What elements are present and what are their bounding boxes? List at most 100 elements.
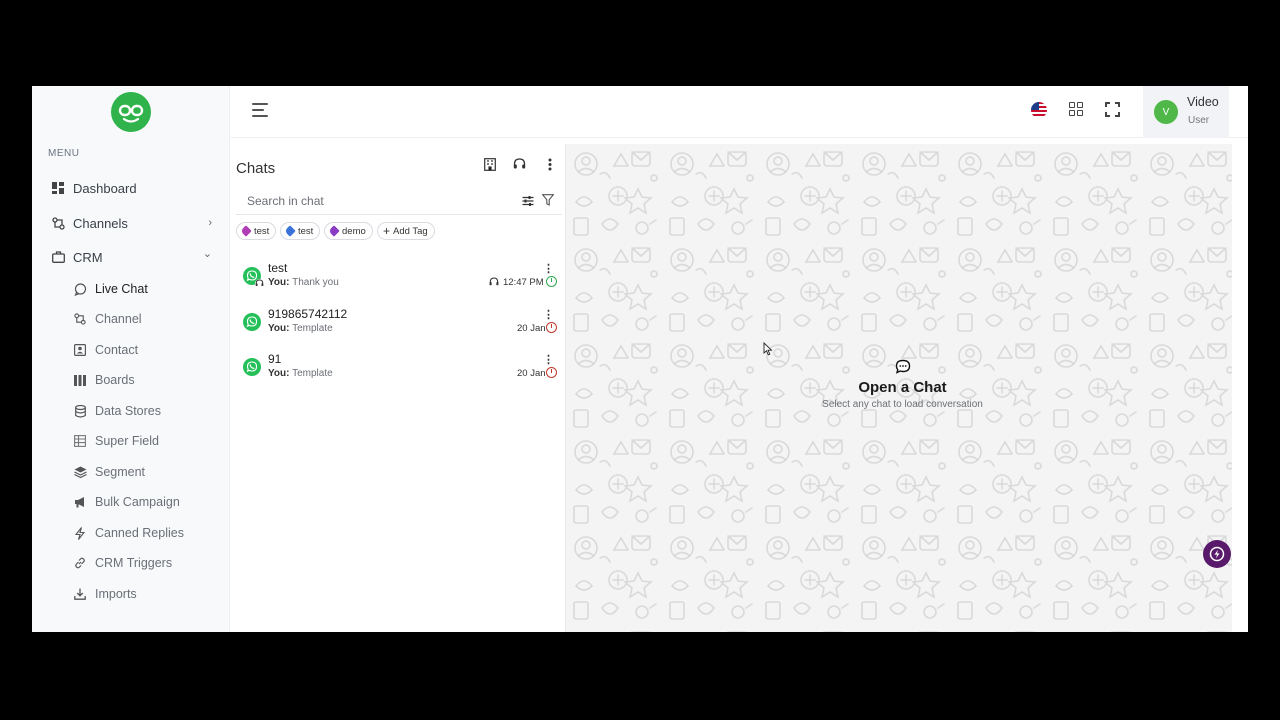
- menu-toggle-icon[interactable]: [252, 103, 270, 117]
- timer-icon: [546, 276, 557, 287]
- link-icon: [73, 556, 87, 570]
- tag-icon: [240, 225, 252, 237]
- preview-sender: You:: [268, 368, 290, 379]
- chat-preview: You: Template: [268, 368, 333, 379]
- chat-more-icon[interactable]: ⋮: [543, 354, 554, 366]
- chat-contact-name: test: [268, 261, 288, 275]
- mouse-cursor-icon: [763, 342, 773, 356]
- sidebar-item-label: Dashboard: [73, 180, 137, 196]
- quick-action-button[interactable]: [1203, 540, 1231, 568]
- chat-area: Open a Chat Select any chat to load conv…: [565, 144, 1232, 632]
- whatsapp-icon: [243, 358, 261, 376]
- whatsapp-icon: [243, 313, 261, 331]
- sidebar-item-label: Canned Replies: [95, 526, 184, 540]
- headset-icon: [489, 277, 499, 289]
- search-input[interactable]: [236, 187, 506, 215]
- empty-state-title: Open a Chat: [858, 379, 947, 396]
- brand-logo[interactable]: [111, 92, 151, 132]
- chevron-down-icon: ⌄: [202, 248, 212, 260]
- megaphone-icon: [73, 495, 87, 509]
- add-tag-button[interactable]: + Add Tag: [377, 222, 435, 240]
- user-name: Video: [1187, 95, 1219, 109]
- chats-title: Chats: [236, 160, 276, 177]
- briefcase-icon: [51, 250, 65, 264]
- chat-more-icon[interactable]: ⋮: [543, 263, 554, 275]
- sidebar-item-label: Contact: [95, 343, 139, 357]
- tag-chip-demo[interactable]: demo: [324, 222, 373, 240]
- sidebar-item-contact[interactable]: Contact: [32, 337, 230, 363]
- sidebar-item-label: CRM Triggers: [95, 556, 173, 570]
- sidebar-item-segment[interactable]: Segment: [32, 459, 230, 485]
- preview-sender: You:: [268, 323, 290, 334]
- preview-text: Thank you: [292, 277, 339, 288]
- sidebar-item-label: Boards: [95, 373, 135, 387]
- sidebar-item-label: Segment: [95, 465, 146, 479]
- us-flag-icon[interactable]: [1031, 102, 1047, 118]
- preview-sender: You:: [268, 277, 290, 288]
- chat-bubble-icon: [73, 282, 87, 296]
- sidebar-item-crm-triggers[interactable]: CRM Triggers: [32, 550, 230, 576]
- lightning-icon: [73, 526, 87, 540]
- headset-icon[interactable]: [511, 156, 527, 172]
- chat-timestamp: 20 Jan: [517, 323, 546, 334]
- contact-card-icon: [73, 343, 87, 357]
- chat-more-icon[interactable]: ⋮: [543, 309, 554, 321]
- timer-icon: [546, 322, 557, 333]
- menu-section-label: MENU: [48, 148, 80, 159]
- sidebar-item-bulk-campaign[interactable]: Bulk Campaign: [32, 489, 230, 515]
- building-icon[interactable]: [482, 156, 498, 172]
- sidebar-item-label: Channel: [95, 312, 142, 326]
- preview-text: Template: [292, 323, 333, 334]
- chat-list-item[interactable]: 919865742112 You: Template ⋮ 20 Jan: [230, 307, 565, 351]
- chat-list-item[interactable]: test You: Thank you ⋮ 12:47 PM: [230, 261, 565, 305]
- chat-bubble-icon: [895, 359, 910, 374]
- dashboard-icon: [51, 181, 65, 195]
- chat-list-item[interactable]: 91 You: Template ⋮ 20 Jan: [230, 352, 565, 396]
- sidebar-item-boards[interactable]: Boards: [32, 367, 230, 393]
- import-icon: [73, 587, 87, 601]
- sidebar: MENU Dashboard Channels › CRM ⌄ Live Cha…: [32, 86, 230, 632]
- boards-icon: [73, 373, 87, 387]
- channel-icon: [73, 312, 87, 326]
- empty-state-subtitle: Select any chat to load conversation: [822, 399, 983, 410]
- user-menu[interactable]: V Video User: [1143, 86, 1229, 138]
- sidebar-item-canned-replies[interactable]: Canned Replies: [32, 520, 230, 546]
- sidebar-item-label: CRM: [73, 249, 103, 265]
- chat-timestamp: 20 Jan: [517, 368, 546, 379]
- timer-icon: [546, 367, 557, 378]
- sidebar-item-channels[interactable]: Channels ›: [32, 208, 230, 238]
- database-icon: [73, 404, 87, 418]
- sidebar-item-crm[interactable]: CRM ⌄: [32, 242, 230, 272]
- chevron-right-icon: ›: [208, 217, 212, 229]
- tag-label: test: [254, 225, 270, 237]
- chat-preview: You: Template: [268, 323, 333, 334]
- more-vertical-icon[interactable]: [542, 156, 558, 172]
- sidebar-item-label: Imports: [95, 587, 137, 601]
- filter-icon[interactable]: [541, 193, 556, 207]
- sidebar-item-live-chat[interactable]: Live Chat: [32, 276, 230, 302]
- sidebar-item-label: Live Chat: [95, 282, 148, 296]
- lightning-circle-icon: [1209, 546, 1225, 562]
- sliders-icon[interactable]: [522, 194, 536, 208]
- chat-preview: You: Thank you: [268, 277, 339, 288]
- tag-icon: [284, 225, 296, 237]
- tag-chip-test-2[interactable]: test: [280, 222, 321, 240]
- headset-icon: [255, 279, 264, 288]
- sidebar-item-imports[interactable]: Imports: [32, 581, 230, 607]
- add-tag-label: Add Tag: [393, 225, 428, 237]
- sidebar-item-channel[interactable]: Channel: [32, 306, 230, 332]
- sidebar-item-label: Channels: [73, 215, 128, 231]
- chat-contact-name: 91: [268, 352, 282, 366]
- chat-contact-name: 919865742112: [268, 307, 348, 321]
- sidebar-item-super-field[interactable]: Super Field: [32, 428, 230, 454]
- top-header: V Video User: [230, 86, 1248, 138]
- apps-grid-icon[interactable]: [1069, 102, 1084, 117]
- tag-chip-test-1[interactable]: test: [236, 222, 277, 240]
- fullscreen-icon[interactable]: [1105, 102, 1120, 117]
- sidebar-item-dashboard[interactable]: Dashboard: [32, 173, 230, 203]
- plus-icon: +: [383, 224, 391, 238]
- user-role: User: [1188, 115, 1210, 126]
- sidebar-item-label: Bulk Campaign: [95, 495, 180, 509]
- sidebar-item-data-stores[interactable]: Data Stores: [32, 398, 230, 424]
- sidebar-item-label: Super Field: [95, 434, 159, 448]
